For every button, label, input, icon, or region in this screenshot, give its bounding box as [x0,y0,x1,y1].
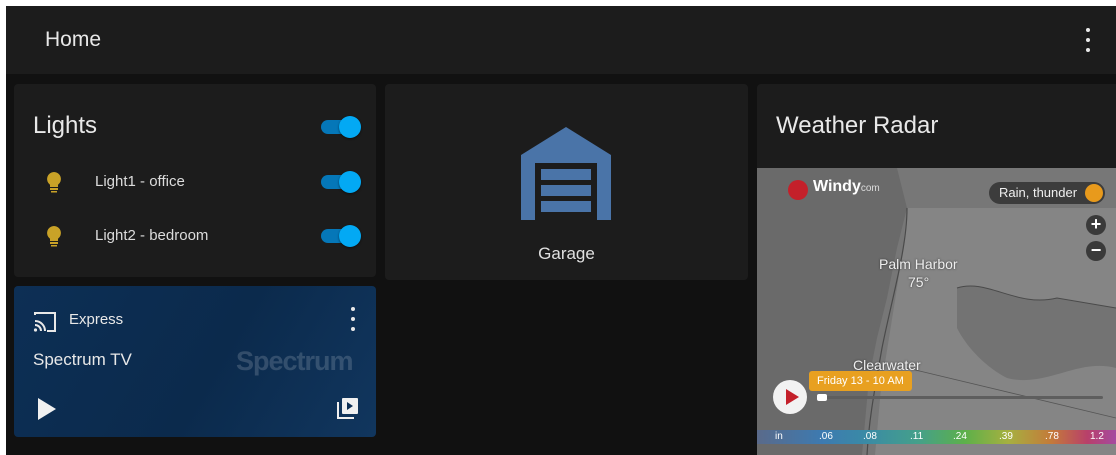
spectrum-logo: Spectrum [236,346,354,376]
cast-icon[interactable] [33,312,57,332]
playlist-play-icon[interactable] [337,397,359,419]
scale-label: .78 [1045,431,1059,442]
play-icon[interactable] [38,398,56,420]
radar-map[interactable]: Windycom Rain, thunder + − Palm Harbor 7… [757,168,1116,455]
overflow-menu-icon[interactable] [1082,28,1094,52]
top-app-bar: Home [6,6,1116,74]
garage-card[interactable]: Garage [385,84,748,280]
light-row-office: Light1 - office [14,167,376,197]
garage-label: Garage [538,244,595,263]
zoom-out-button[interactable]: − [1086,241,1106,261]
precipitation-scale: in .06 .08 .11 .24 .39 .78 1.2 [757,430,1116,444]
page-title: Home [45,28,102,51]
scale-label: .06 [819,431,833,442]
lights-card: Lights Light1 - office Light2 - bedroom [14,84,376,277]
map-label-temperature: 75° [908,274,930,290]
lights-master-toggle[interactable] [319,115,361,139]
scale-label: .11 [910,431,924,442]
light-name: Light1 - office [95,173,185,190]
radar-map-terrain [757,168,1116,455]
scale-label: 1.2 [1090,431,1104,442]
zoom-in-button[interactable]: + [1086,215,1106,235]
garage-icon [521,127,611,220]
app-frame: Home Lights Light1 - office Light2 - bed… [6,6,1116,455]
scale-label: .08 [863,431,877,442]
media-source-name: Express [69,311,124,328]
weather-radar-card: Weather Radar Windycom Rain, thunder + −… [757,84,1116,455]
windy-logo-icon [788,180,808,200]
windy-brand: Windycom [813,178,880,195]
lightbulb-icon[interactable] [44,225,64,247]
radar-play-button[interactable] [773,380,807,414]
light-toggle-bedroom[interactable] [319,224,361,248]
timeline-time-label: Friday 13 - 10 AM [809,371,912,391]
media-title: Spectrum TV [33,350,132,369]
weather-card-title: Weather Radar [776,112,939,139]
scale-label: in [775,431,783,442]
lights-card-title: Lights [33,112,98,139]
lightbulb-icon[interactable] [44,171,64,193]
media-player-card: Express Spectrum TV Spectrum [14,286,376,437]
scale-label: .39 [999,431,1013,442]
media-overflow-menu-icon[interactable] [347,307,359,331]
light-row-bedroom: Light2 - bedroom [14,221,376,251]
timeline-handle[interactable] [817,394,827,401]
raindrop-icon [1085,184,1104,202]
radar-timeline-slider[interactable] [817,394,1103,401]
map-label-palm-harbor: Palm Harbor [879,256,958,272]
layer-selector[interactable]: Rain, thunder [989,182,1106,204]
layer-label: Rain, thunder [999,185,1078,200]
light-toggle-office[interactable] [319,170,361,194]
light-name: Light2 - bedroom [95,227,209,244]
scale-label: .24 [953,431,967,442]
